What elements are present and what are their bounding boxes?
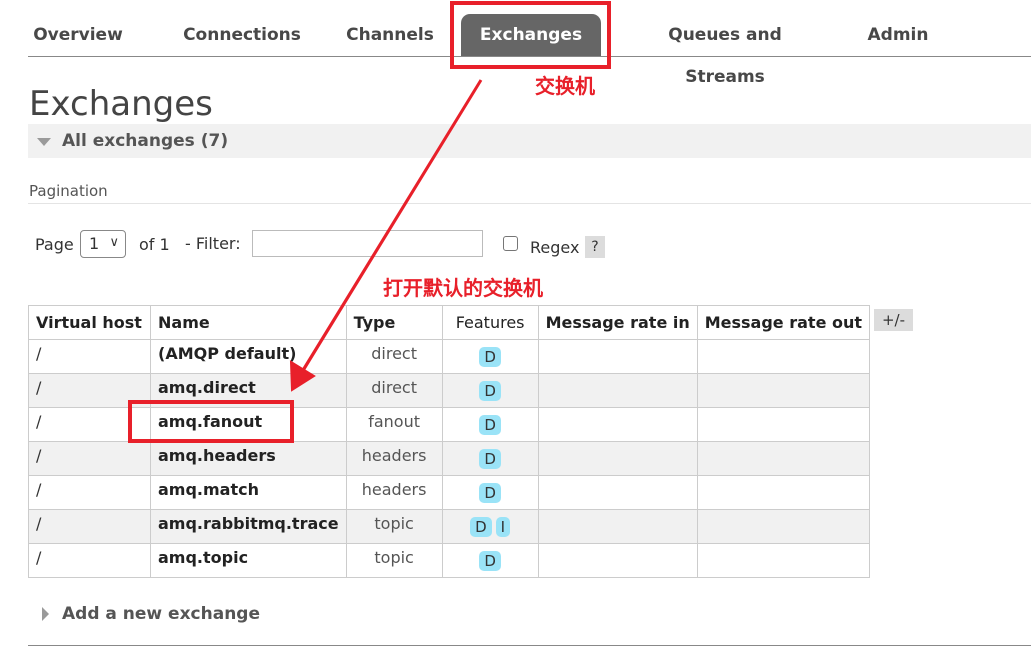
annotation-arrow — [289, 79, 483, 392]
